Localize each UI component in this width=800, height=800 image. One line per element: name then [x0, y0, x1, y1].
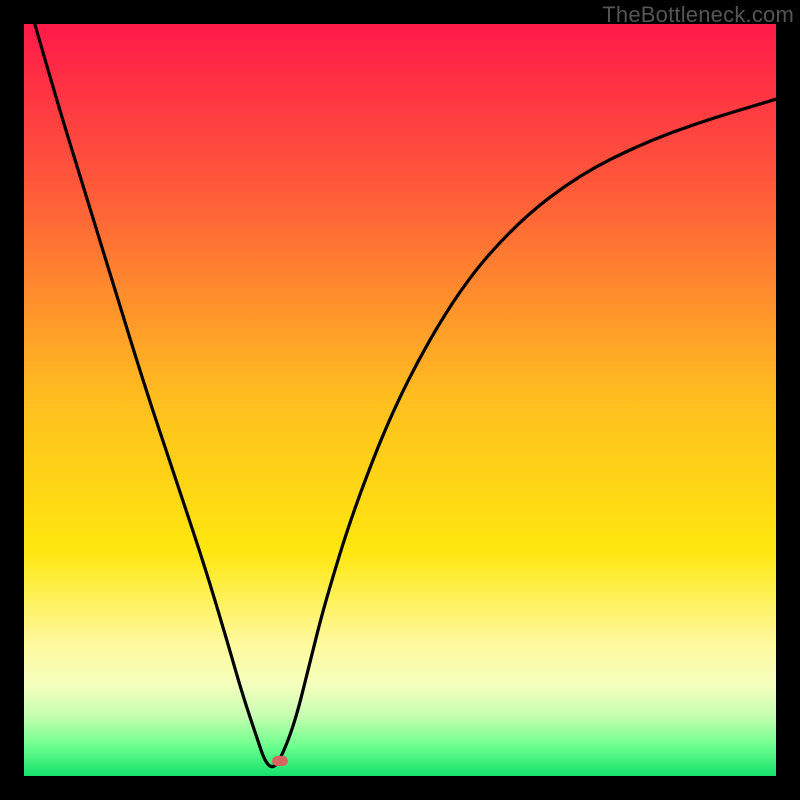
chart-frame: [24, 24, 776, 776]
optimum-marker: [272, 756, 288, 766]
bottleneck-curve: [24, 24, 776, 776]
plot-area: [24, 24, 776, 776]
watermark-text: TheBottleneck.com: [602, 2, 794, 28]
